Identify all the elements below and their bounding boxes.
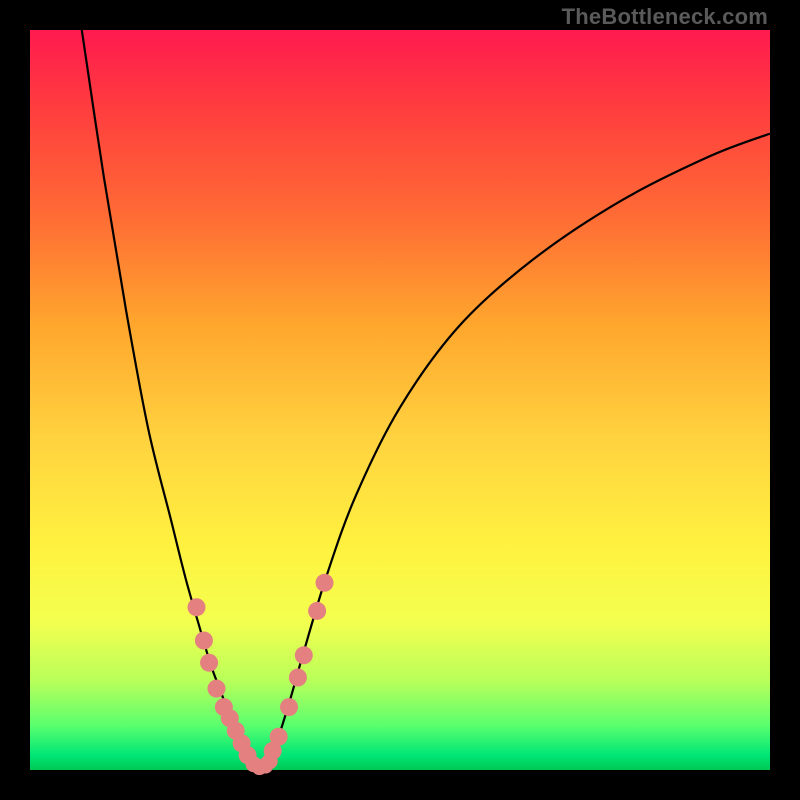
data-dot <box>195 632 213 650</box>
right-curve <box>259 134 770 769</box>
left-curve <box>82 30 260 769</box>
data-dot <box>200 654 218 672</box>
data-dot <box>308 602 326 620</box>
data-dot <box>270 728 288 746</box>
curves-svg <box>30 30 770 770</box>
data-dot <box>316 574 334 592</box>
plot-area <box>30 30 770 770</box>
data-dot <box>262 753 278 769</box>
data-dot <box>207 680 225 698</box>
data-dot <box>280 698 298 716</box>
watermark-text: TheBottleneck.com <box>562 4 768 30</box>
data-dot <box>188 598 206 616</box>
data-dot <box>289 669 307 687</box>
data-dot <box>295 646 313 664</box>
chart-frame: TheBottleneck.com <box>0 0 800 800</box>
dot-layer <box>188 574 334 775</box>
